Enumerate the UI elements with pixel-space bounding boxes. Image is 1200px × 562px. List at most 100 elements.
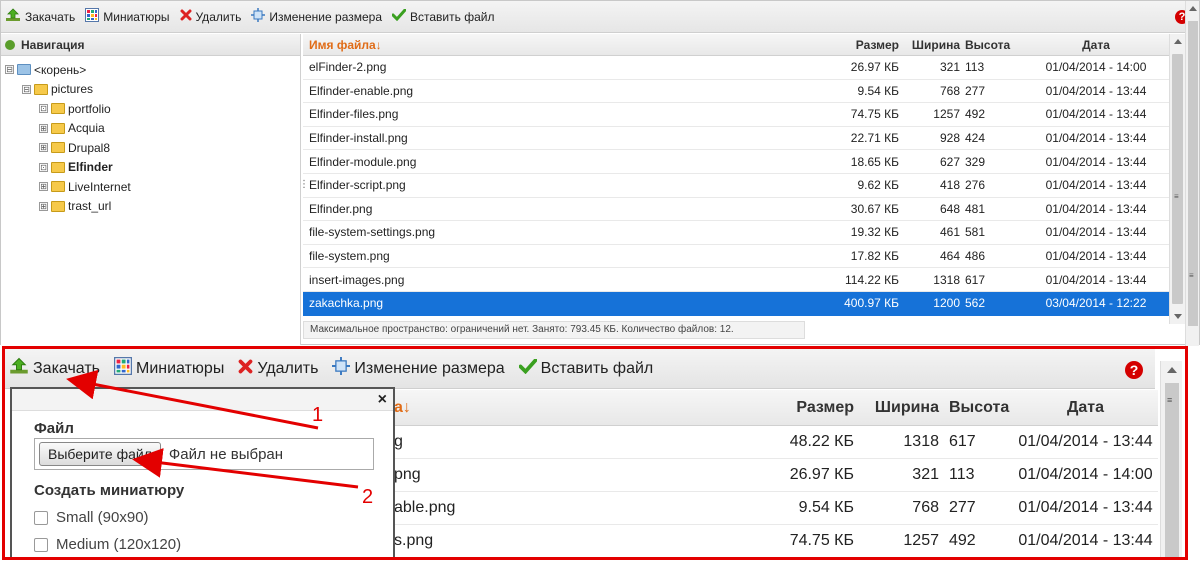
file-date-cell: 01/04/2014 - 13:44 [1045,107,1147,122]
file-date-cell: 01/04/2014 - 13:44 [1045,225,1147,240]
file-row[interactable]: Elfinder.png 30.67 КБ 648 481 01/04/2014 - 1… [303,198,1169,222]
resize-button[interactable]: Изменение размера [251,8,382,25]
expand-icon[interactable]: ⊞ [39,182,48,192]
elfinder-window: Закачать Миниатюры Удалить Изменение раз… [0,0,1200,346]
file-row[interactable]: Elfinder-module.png 18.65 КБ 627 329 01/04/2… [303,150,1169,174]
file-row[interactable]: s.png 74.75 КБ 1257 492 01/04/2014 - 13:44 [388,525,1158,557]
thumbnails-button[interactable]: Миниатюры [85,8,170,25]
file-size-cell: 400.97 КБ [844,296,899,311]
folder-icon [51,122,65,134]
file-row[interactable]: zakachka.png 400.97 КБ 1200 562 03/04/2014 -… [303,291,1169,316]
scroll-thumb[interactable] [1172,54,1183,304]
file-h-cell: 481 [965,201,986,216]
file-list-scrollbar[interactable]: ≡ [1169,34,1185,324]
column-height[interactable]: Высота [963,38,1023,52]
scroll-up-icon[interactable] [1167,367,1177,373]
file-date-cell: 01/04/2014 - 13:44 [1045,178,1147,193]
file-list: Имя файла↓ Размер Ширина Высота Дата elF… [303,34,1169,345]
tree-item[interactable]: ⊞ Acquia [1,119,300,139]
zoomed-help-icon[interactable]: ? [1125,361,1143,379]
expand-icon[interactable]: ⊞ [39,143,48,153]
column-name[interactable]: a↓ [388,399,718,417]
tree-item[interactable]: ⊞ LiveInternet [1,177,300,197]
file-h-cell: 276 [965,178,986,193]
file-row[interactable]: Elfinder-script.png 9.62 КБ 418 276 01/04/20… [303,174,1169,198]
scroll-thumb[interactable] [1165,383,1179,557]
zoomed-paste-button[interactable]: Вставить файл [518,357,653,379]
checkmark-icon [391,8,407,24]
page-scroll-thumb[interactable] [1188,21,1198,326]
file-date-cell: 01/04/2014 - 13:44 [1018,433,1153,450]
file-input[interactable]: Выберите файл Файл не выбран [34,438,374,470]
navigation-panel: Навигация ⊟ <корень> ⊟ pictures ⊡ portfolio ⊞ A… [1,34,301,345]
page-scroll-up-icon[interactable] [1189,6,1197,11]
column-name[interactable]: Имя файла↓ [303,38,803,52]
file-w-cell: 627 [939,154,960,169]
file-h-cell: 617 [965,272,986,287]
page-scrollbar[interactable]: ≡ [1185,1,1199,346]
zoomed-scrollbar[interactable]: ≡ [1160,361,1182,557]
status-bar: Максимальное пространство: ограничений н… [303,321,805,339]
zoomed-file-list: a↓ Размер Ширина Высота Дата g 48.22 КБ 13… [388,390,1158,557]
file-row[interactable]: png 26.97 КБ 321 113 01/04/2014 - 14:00 [388,459,1158,492]
file-row[interactable]: file-system.png 17.82 КБ 464 486 01/04/2014 … [303,245,1169,269]
file-row[interactable]: file-system-settings.png 19.32 КБ 461 581 01… [303,221,1169,245]
tree-item[interactable]: ⊞ trast_url [1,197,300,217]
file-row[interactable]: insert-images.png 114.22 КБ 1318 617 01/04/2… [303,268,1169,292]
column-height[interactable]: Высота [943,399,1013,417]
file-row[interactable]: Elfinder-enable.png 9.54 КБ 768 277 01/04/20… [303,80,1169,104]
tree-item[interactable]: ⊡ Elfinder [1,158,300,178]
upload-button[interactable]: Закачать [5,8,75,25]
column-width[interactable]: Ширина [858,399,943,417]
collapse-icon[interactable]: ⊡ [39,162,48,172]
file-size-cell: 9.54 КБ [798,499,854,516]
file-h-cell: 113 [965,60,985,75]
tree-item[interactable]: ⊟ pictures [1,80,300,100]
file-name-cell: Elfinder.png [309,201,373,216]
file-size-cell: 22.71 КБ [850,131,899,146]
tree-item[interactable]: ⊞ Drupal8 [1,138,300,158]
column-size[interactable]: Размер [718,399,858,417]
toolbar: Закачать Миниатюры Удалить Изменение раз… [1,1,1199,33]
grid-icon [114,357,133,380]
file-name-cell: able.png [394,499,456,516]
zoomed-delete-button[interactable]: Удалить [238,359,318,379]
column-width[interactable]: Ширина [903,38,963,52]
zoomed-upload-button[interactable]: Закачать [9,357,100,380]
close-icon[interactable]: × [378,391,387,409]
column-date[interactable]: Дата [1013,399,1158,417]
choose-file-button[interactable]: Выберите файл [39,442,161,466]
zoomed-resize-button[interactable]: Изменение размера [332,357,505,380]
tree-item[interactable]: ⊟ <корень> [1,60,300,80]
file-date-cell: 01/04/2014 - 13:44 [1045,201,1147,216]
collapse-icon[interactable]: ⊡ [39,104,48,114]
tree-item-label: <корень> [34,62,87,77]
file-name-cell: insert-images.png [309,272,405,287]
column-size[interactable]: Размер [803,38,903,52]
file-row[interactable]: g 48.22 КБ 1318 617 01/04/2014 - 13:44 [388,426,1158,459]
file-row[interactable]: elFinder-2.png 26.97 КБ 321 113 01/04/2014 -… [303,56,1169,80]
collapse-icon[interactable]: ⊟ [5,65,14,75]
file-w-cell: 1318 [903,433,939,450]
checkbox[interactable] [34,510,48,525]
delete-button[interactable]: Удалить [180,9,241,24]
scroll-up-icon[interactable] [1174,39,1182,44]
paste-button[interactable]: Вставить файл [391,8,494,24]
folder-tree: ⊟ <корень> ⊟ pictures ⊡ portfolio ⊞ Acquia ⊞ Drup… [1,56,300,216]
thumb-small-option[interactable]: Small (90x90) [34,509,149,526]
tree-item[interactable]: ⊡ portfolio [1,99,300,119]
file-row[interactable]: able.png 9.54 КБ 768 277 01/04/2014 - 13:44 [388,492,1158,525]
navigation-header: Навигация [1,34,300,56]
file-row[interactable]: Elfinder-install.png 22.71 КБ 928 424 01/04/… [303,127,1169,151]
scroll-down-icon[interactable] [1174,314,1182,319]
column-date[interactable]: Дата [1023,38,1169,52]
expand-icon[interactable]: ⊞ [39,201,48,211]
collapse-icon[interactable]: ⊟ [22,84,31,94]
file-h-cell: 113 [949,466,975,483]
checkbox[interactable] [34,537,48,552]
expand-icon[interactable]: ⊞ [39,123,48,133]
zoomed-thumbnails-button[interactable]: Миниатюры [114,357,224,380]
file-row[interactable]: Elfinder-files.png 74.75 КБ 1257 492 01/04/2… [303,103,1169,127]
thumb-medium-option[interactable]: Medium (120x120) [34,536,181,553]
file-date-cell: 01/04/2014 - 13:44 [1045,83,1147,98]
